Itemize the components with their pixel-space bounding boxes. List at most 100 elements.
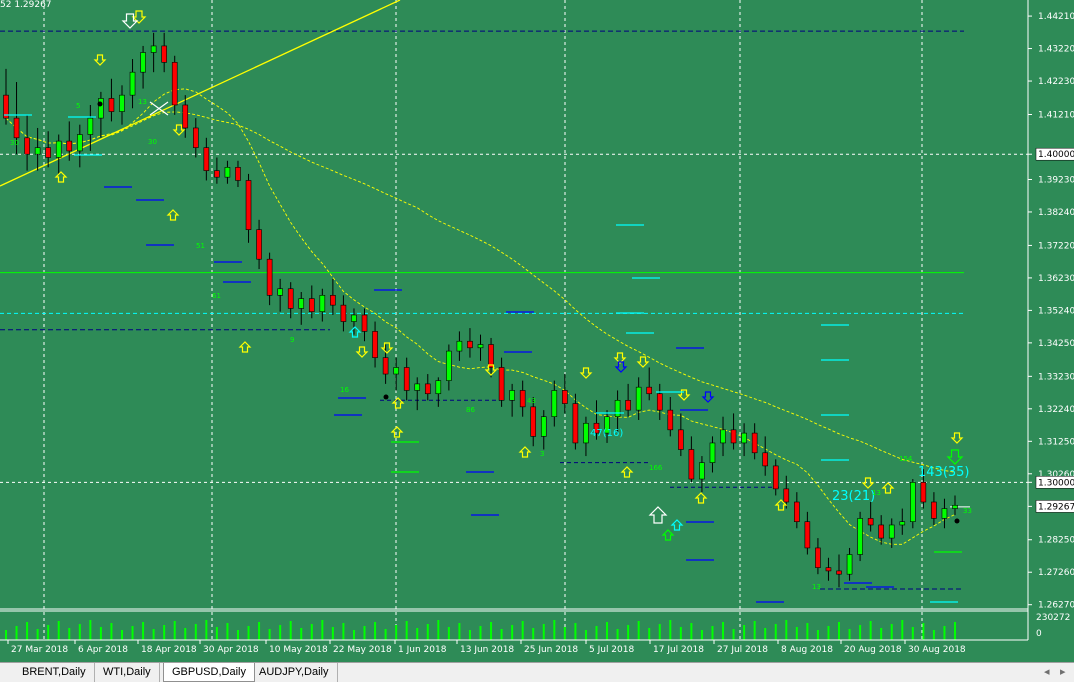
bear-candle bbox=[308, 298, 315, 313]
count-label-2: 23(21) bbox=[832, 489, 875, 504]
bear-candle bbox=[245, 180, 252, 230]
signal-arrow-up-icon bbox=[694, 492, 708, 504]
bull-candle bbox=[509, 390, 515, 401]
price-tick-label: 1.40000 bbox=[1038, 150, 1074, 160]
bear-candle bbox=[794, 501, 800, 522]
date-tick-label: 22 May 2018 bbox=[333, 645, 392, 655]
bull-candle bbox=[456, 340, 463, 352]
bear-candle bbox=[214, 170, 220, 178]
bear-candle bbox=[530, 406, 537, 437]
candles bbox=[3, 32, 958, 588]
date-tick-label: 30 Apr 2018 bbox=[203, 645, 259, 655]
bull-candle bbox=[899, 521, 906, 526]
price-tick-label: 1.37220 bbox=[1038, 241, 1074, 251]
bull-candle bbox=[888, 524, 895, 539]
bull-candle bbox=[224, 167, 231, 178]
bear-candle bbox=[330, 294, 336, 306]
count-label-3: 143(35) bbox=[918, 465, 970, 480]
bear-candle bbox=[467, 340, 473, 349]
small-number-label: 30 bbox=[148, 138, 157, 146]
chart-tab[interactable]: BRENT,Daily bbox=[14, 663, 95, 682]
dot-marker-icon bbox=[97, 101, 103, 107]
date-tick-label: 17 Jul 2018 bbox=[653, 645, 704, 655]
chart-tab[interactable]: WTI,Daily bbox=[95, 663, 160, 682]
bear-candle bbox=[287, 288, 294, 309]
bear-candle bbox=[867, 518, 874, 526]
small-number-label: 43 bbox=[527, 397, 536, 405]
bear-candle bbox=[751, 432, 758, 454]
price-tick-label: 1.29267 bbox=[1038, 502, 1074, 512]
bull-candle bbox=[635, 386, 642, 411]
signal-arrow-up-icon bbox=[391, 397, 405, 409]
signal-arrow-up-icon bbox=[648, 506, 668, 524]
bear-candle bbox=[762, 452, 769, 467]
price-tick-label: 1.30000 bbox=[1038, 478, 1074, 488]
bull-candle bbox=[910, 482, 916, 522]
date-tick-label: 30 Aug 2018 bbox=[908, 645, 966, 655]
bear-candle bbox=[13, 117, 20, 139]
signal-arrow-up-icon bbox=[518, 446, 532, 458]
small-number-label: 13 bbox=[812, 583, 821, 591]
bull-candle bbox=[34, 147, 41, 155]
bull-candle bbox=[741, 432, 747, 444]
chart-tab[interactable]: GBPUSD,Daily bbox=[163, 663, 255, 682]
bull-candle bbox=[583, 422, 589, 444]
bull-candle bbox=[55, 140, 62, 158]
bear-candle bbox=[688, 449, 695, 480]
bear-candle bbox=[182, 104, 189, 129]
price-tick-label: 1.27260 bbox=[1038, 568, 1074, 578]
small-number-label: 16 bbox=[340, 386, 349, 394]
date-tick-label: 27 Mar 2018 bbox=[11, 645, 68, 655]
bear-candle bbox=[372, 331, 378, 358]
price-tick-label: 1.33230 bbox=[1038, 372, 1074, 382]
bear-candle bbox=[235, 167, 241, 181]
signal-arrow-down-icon bbox=[950, 432, 964, 444]
signal-arrow-up-icon bbox=[670, 519, 684, 531]
bull-candle bbox=[119, 94, 125, 112]
bear-candle bbox=[562, 390, 568, 404]
signal-arrow-down-icon bbox=[579, 367, 593, 379]
tab-scroll-left-icon[interactable]: ◂ bbox=[1044, 665, 1050, 678]
tab-scroll-right-icon[interactable]: ▸ bbox=[1060, 665, 1066, 678]
bear-candle bbox=[804, 521, 811, 549]
trend-line bbox=[0, 0, 401, 187]
date-tick-label: 27 Jul 2018 bbox=[717, 645, 768, 655]
date-tick-label: 18 Apr 2018 bbox=[141, 645, 197, 655]
signal-arrow-down-icon bbox=[701, 391, 715, 403]
bear-candle bbox=[772, 465, 779, 490]
small-number-label: 51 bbox=[196, 242, 205, 250]
bull-candle bbox=[150, 45, 157, 53]
price-chart[interactable]: 52 1.29267 47(16) 23(21) 143(35) 30 5 13 30… bbox=[0, 0, 1074, 662]
date-tick-label: 20 Aug 2018 bbox=[844, 645, 902, 655]
bear-candle bbox=[920, 482, 927, 503]
signal-arrow-up-icon bbox=[661, 529, 675, 541]
bull-candle bbox=[351, 314, 357, 322]
bull-candle bbox=[87, 117, 94, 135]
bear-candle bbox=[815, 547, 821, 568]
signal-arrow-down-icon bbox=[355, 346, 369, 358]
price-tick-label: 1.36230 bbox=[1038, 274, 1074, 284]
bull-candle bbox=[277, 288, 283, 296]
price-tick-label: 1.26270 bbox=[1038, 601, 1074, 611]
date-axis: 27 Mar 2018 6 Apr 2018 18 Apr 2018 30 Apr 2… bbox=[0, 639, 1028, 655]
dot-marker-icon bbox=[954, 518, 960, 524]
signal-arrow-down-icon bbox=[380, 342, 394, 354]
bear-candle bbox=[656, 393, 663, 411]
small-number-label: 61 bbox=[212, 292, 221, 300]
chart-tab[interactable]: AUDJPY,Daily bbox=[251, 663, 338, 682]
signal-arrow-down-icon bbox=[121, 13, 139, 29]
chart-svg[interactable]: 47(16) 23(21) 143(35) 305 133051619168643… bbox=[0, 0, 1074, 662]
small-number-label: 9 bbox=[290, 336, 294, 344]
bear-candle bbox=[878, 524, 884, 539]
small-number-label: 13 bbox=[138, 98, 147, 106]
small-number-label: 13 bbox=[872, 489, 881, 497]
date-tick-label: 25 Jun 2018 bbox=[524, 645, 578, 655]
bear-candle bbox=[931, 501, 937, 519]
bear-candle bbox=[667, 409, 674, 431]
bear-candle bbox=[66, 140, 73, 152]
price-tick-label: 1.28250 bbox=[1038, 536, 1074, 546]
bear-candle bbox=[403, 367, 410, 391]
date-tick-label: 10 May 2018 bbox=[269, 645, 328, 655]
bull-candle bbox=[720, 429, 726, 444]
bull-candle bbox=[435, 380, 442, 395]
